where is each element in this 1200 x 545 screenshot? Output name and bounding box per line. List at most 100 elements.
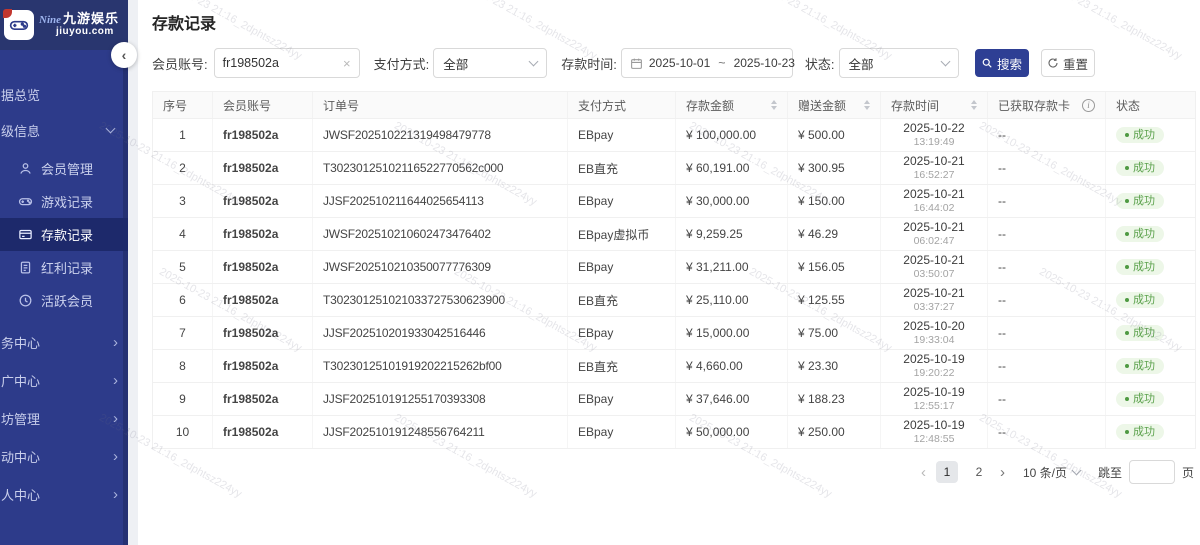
- sidebar-subitem[interactable]: 存款记录: [0, 218, 128, 251]
- cell-amount: ¥ 30,000.00: [676, 185, 788, 217]
- sidebar-subitem[interactable]: 活跃会员: [0, 284, 128, 317]
- date-start: 2025-10-01: [649, 56, 710, 70]
- sidebar: Nine九游娱乐 jiuyou.com 据总览 级信息 会员管理 游戏记录 存款…: [0, 0, 128, 545]
- cell-amount: ¥ 4,660.00: [676, 350, 788, 382]
- cell-time: 2025-10-2116:44:02: [881, 185, 988, 217]
- date-end: 2025-10-23: [734, 56, 795, 70]
- page-number-1[interactable]: 1: [936, 461, 958, 483]
- sidebar-item-overview[interactable]: 据总览: [0, 76, 128, 112]
- main-content: 存款记录 会员账号: fr198502a × 支付方式: 全部 存款时间: 20…: [138, 0, 1200, 545]
- status-badge: 成功: [1116, 424, 1164, 440]
- status-badge: 成功: [1116, 391, 1164, 407]
- cell-card: --: [988, 317, 1106, 349]
- cell-bonus: ¥ 300.95: [788, 152, 881, 184]
- cell-card: --: [988, 383, 1106, 415]
- table-row: 7 fr198502a JJSF202510201933042516446 EB…: [153, 317, 1195, 350]
- sort-icon[interactable]: [771, 100, 777, 110]
- cell-order: JWSF202510221319498479778: [313, 119, 568, 151]
- refresh-icon: [1047, 57, 1059, 69]
- card-icon: [18, 227, 33, 242]
- pagination: ‹ 12 › 10 条/页 跳至 页: [152, 460, 1196, 484]
- search-icon: [981, 57, 993, 69]
- cell-bonus: ¥ 46.29: [788, 218, 881, 250]
- cell-bonus: ¥ 250.00: [788, 416, 881, 448]
- content-gutter: [128, 0, 138, 545]
- col-status: 状态: [1106, 92, 1195, 118]
- status-label: 状态:: [805, 54, 835, 73]
- sort-icon[interactable]: [971, 100, 977, 110]
- sidebar-group-item[interactable]: 人中心 ›: [0, 475, 128, 513]
- table-header: 序号 会员账号 订单号 支付方式 存款金额 赠送金额 存款时间 已获取存款卡i …: [153, 91, 1195, 119]
- status-select[interactable]: 全部: [839, 48, 959, 78]
- col-payment: 支付方式: [568, 92, 676, 118]
- next-page-icon[interactable]: ›: [1000, 465, 1005, 480]
- deposit-table: 序号 会员账号 订单号 支付方式 存款金额 赠送金额 存款时间 已获取存款卡i …: [152, 91, 1196, 449]
- table-row: 1 fr198502a JWSF202510221319498479778 EB…: [153, 119, 1195, 152]
- sidebar-subitem[interactable]: 会员管理: [0, 152, 128, 185]
- table-row: 8 fr198502a T30230125101919202215262bf00…: [153, 350, 1195, 383]
- cell-account: fr198502a: [213, 284, 313, 316]
- sidebar-group-item[interactable]: 务中心 ›: [0, 323, 128, 361]
- col-card: 已获取存款卡i: [988, 92, 1106, 118]
- chevron-down-icon: [106, 124, 116, 134]
- col-bonus[interactable]: 赠送金额: [788, 92, 881, 118]
- logo-domain: jiuyou.com: [56, 27, 119, 38]
- cell-payment: EBpay: [568, 185, 676, 217]
- cell-order: JWSF202510210602473476402: [313, 218, 568, 250]
- cell-payment: EB直充: [568, 350, 676, 382]
- cell-account: fr198502a: [213, 350, 313, 382]
- cell-bonus: ¥ 75.00: [788, 317, 881, 349]
- payment-select[interactable]: 全部: [433, 48, 547, 78]
- account-label: 会员账号:: [152, 54, 208, 73]
- chevron-right-icon: ›: [113, 411, 118, 426]
- cell-payment: EBpay: [568, 119, 676, 151]
- account-input[interactable]: fr198502a ×: [214, 48, 360, 78]
- col-amount[interactable]: 存款金额: [676, 92, 788, 118]
- col-time[interactable]: 存款时间: [881, 92, 988, 118]
- status-badge: 成功: [1116, 292, 1164, 308]
- chevron-down-icon: [940, 57, 950, 67]
- date-range-picker[interactable]: 2025-10-01 ~ 2025-10-23: [621, 48, 793, 78]
- sidebar-group-item[interactable]: 坊管理 ›: [0, 399, 128, 437]
- prev-page-icon[interactable]: ‹: [921, 465, 926, 480]
- cell-amount: ¥ 9,259.25: [676, 218, 788, 250]
- clock-icon: [18, 293, 33, 308]
- sidebar-group-info[interactable]: 级信息: [0, 112, 128, 148]
- jump-page-input[interactable]: [1129, 460, 1175, 484]
- cell-account: fr198502a: [213, 383, 313, 415]
- table-row: 4 fr198502a JWSF202510210602473476402 EB…: [153, 218, 1195, 251]
- page-size-select[interactable]: 10 条/页: [1023, 464, 1080, 481]
- sidebar-collapse-button[interactable]: ‹: [111, 42, 137, 68]
- sidebar-subitem[interactable]: 红利记录: [0, 251, 128, 284]
- sidebar-subitem[interactable]: 游戏记录: [0, 185, 128, 218]
- table-row: 9 fr198502a JJSF202510191255170393308 EB…: [153, 383, 1195, 416]
- clear-icon[interactable]: ×: [343, 56, 351, 71]
- sidebar-menu: 据总览 级信息 会员管理 游戏记录 存款记录 红利记录 活跃会员 务中心 › 广…: [0, 76, 128, 513]
- sidebar-group-item[interactable]: 动中心 ›: [0, 437, 128, 475]
- page-number-2[interactable]: 2: [968, 461, 990, 483]
- cell-bonus: ¥ 156.05: [788, 251, 881, 283]
- cell-account: fr198502a: [213, 416, 313, 448]
- col-no: 序号: [153, 92, 213, 118]
- user-icon: [18, 161, 33, 176]
- cell-time: 2025-10-2106:02:47: [881, 218, 988, 250]
- search-button[interactable]: 搜索: [975, 49, 1029, 77]
- brand-logo: Nine九游娱乐 jiuyou.com: [0, 0, 128, 50]
- chevron-right-icon: ›: [113, 373, 118, 388]
- filter-bar: 会员账号: fr198502a × 支付方式: 全部 存款时间: 2025-10…: [152, 48, 1196, 78]
- info-icon[interactable]: i: [1082, 99, 1095, 112]
- cell-payment: EB直充: [568, 152, 676, 184]
- cell-card: --: [988, 152, 1106, 184]
- cell-amount: ¥ 100,000.00: [676, 119, 788, 151]
- cell-payment: EB直充: [568, 284, 676, 316]
- cell-card: --: [988, 185, 1106, 217]
- sidebar-group-item[interactable]: 广中心 ›: [0, 361, 128, 399]
- chevron-right-icon: ›: [113, 487, 118, 502]
- status-badge: 成功: [1116, 160, 1164, 176]
- cell-order: JWSF202510210350077776309: [313, 251, 568, 283]
- status-badge: 成功: [1116, 325, 1164, 341]
- cell-account: fr198502a: [213, 317, 313, 349]
- reset-button[interactable]: 重置: [1041, 49, 1095, 77]
- cell-amount: ¥ 37,646.00: [676, 383, 788, 415]
- sort-icon[interactable]: [864, 100, 870, 110]
